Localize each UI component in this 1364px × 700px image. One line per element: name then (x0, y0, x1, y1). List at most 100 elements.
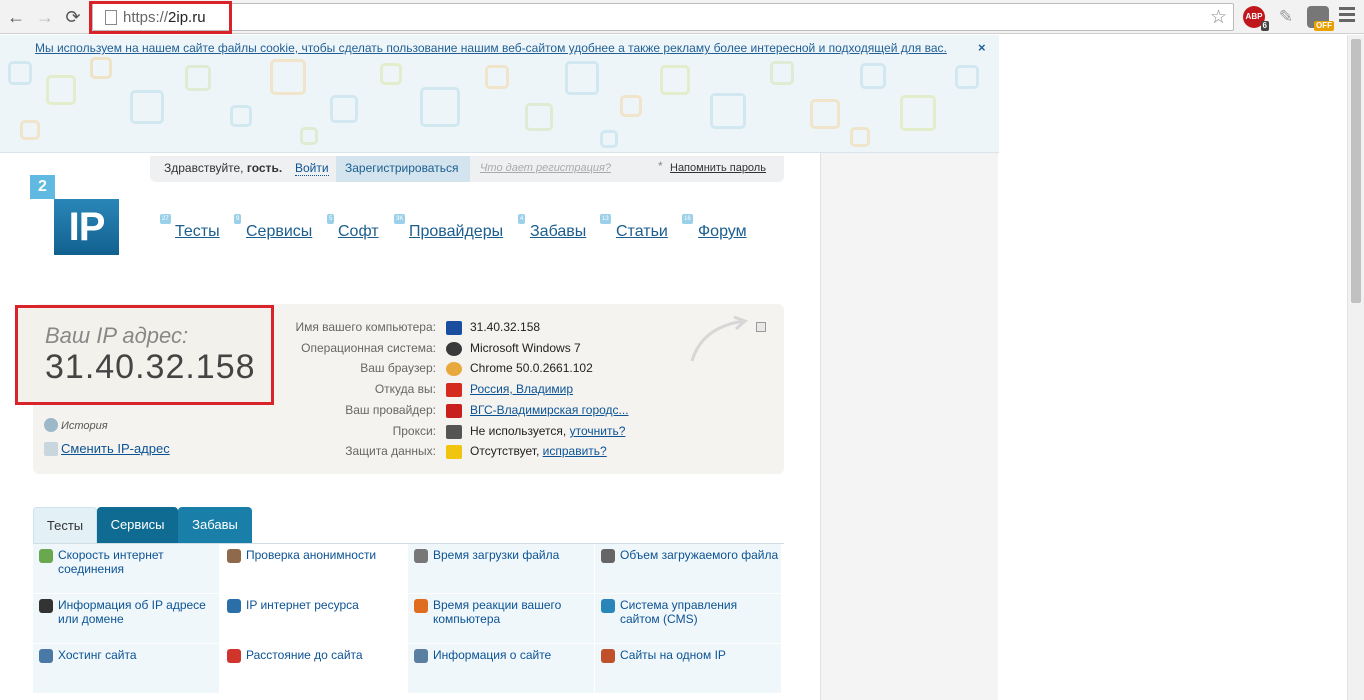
test-item-label: Информация о сайте (433, 648, 552, 662)
extension-icon[interactable]: ✎ (1275, 6, 1297, 28)
provider-icon (446, 404, 462, 418)
nav-badge-games: 4 (518, 214, 526, 224)
right-sidebar (820, 153, 998, 700)
bookmark-star-icon[interactable]: ☆ (1210, 6, 1227, 29)
user-extension-icon[interactable]: OFF (1307, 6, 1334, 31)
extension-badge: OFF (1314, 21, 1334, 31)
file-size-icon (601, 549, 615, 563)
test-item-label: Расстояние до сайта (246, 648, 363, 662)
info-row-label: Имя вашего компьютера: (295, 320, 436, 334)
map-pin-icon (227, 649, 241, 663)
info-row-link[interactable]: исправить? (543, 444, 607, 458)
test-item-label: Время реакции вашего компьютера (433, 598, 562, 626)
register-link[interactable]: Зарегистрироваться (345, 161, 458, 175)
address-bar[interactable]: https://2ip.ru ☆ (92, 3, 1234, 31)
info-row-value: Chrome 50.0.2661.102 (470, 361, 593, 375)
tab-tests[interactable]: Тесты (33, 507, 97, 543)
test-item[interactable]: Проверка анонимности (221, 544, 407, 593)
anonymity-icon (227, 549, 241, 563)
info-row-value: 31.40.32.158 (470, 320, 540, 334)
test-item[interactable]: Информация о сайте (408, 644, 594, 693)
logo-ip-text: IP (54, 199, 119, 255)
history-link[interactable]: История (44, 418, 108, 432)
info-row-value: Россия, Владимир (470, 382, 573, 396)
test-item[interactable]: Объем загружаемого файла (595, 544, 781, 593)
windows-icon (446, 342, 462, 356)
login-bar: Здравствуйте, гость. Войти Зарегистриров… (150, 156, 784, 182)
test-item[interactable]: Скорость интернет соединения (33, 544, 219, 593)
test-item-label: Скорость интернет соединения (58, 548, 164, 576)
test-item-label: Сайты на одном IP (620, 648, 726, 662)
nav-badge-providers: 3K (394, 214, 406, 224)
reload-icon[interactable]: ⟳ (62, 6, 84, 28)
url-highlight-box (89, 1, 232, 34)
info-row-link[interactable]: уточнить? (570, 424, 626, 438)
test-item-label: Информация об IP адресе или домене (58, 598, 206, 626)
page-scrollbar[interactable] (1347, 35, 1364, 700)
test-item[interactable]: Сайты на одном IP (595, 644, 781, 693)
sites-icon (601, 649, 615, 663)
test-item-label: Система управления сайтом (CMS) (620, 598, 738, 626)
computer-icon (446, 321, 462, 335)
nav-badge-services: 9 (234, 214, 242, 224)
nav-item-tests[interactable]: Тесты (175, 223, 220, 241)
test-item[interactable]: Хостинг сайта (33, 644, 219, 693)
details-toggle-icon[interactable] (756, 322, 766, 332)
ip-label: Ваш IP адрес: (45, 323, 189, 348)
info-row-value: Отсутствует, исправить? (470, 444, 607, 458)
nav-item-articles[interactable]: Статьи (616, 223, 668, 241)
speed-icon (39, 549, 53, 563)
history-label: История (61, 420, 108, 432)
why-register-link[interactable]: Что дает регистрация? (480, 162, 611, 174)
glasses-icon (446, 425, 462, 439)
nav-badge-articles: 13 (600, 214, 611, 224)
cookie-close-icon[interactable]: × (978, 40, 986, 55)
abp-label: ABP (1245, 12, 1263, 21)
test-item-label: Проверка анонимности (246, 548, 377, 562)
test-item[interactable]: Информация об IP адресе или домене (33, 594, 219, 643)
info-row-label: Прокси: (392, 424, 436, 438)
nav-item-forum[interactable]: Форум (698, 223, 747, 241)
nav-item-software[interactable]: Софт (338, 223, 379, 241)
tab-services[interactable]: Сервисы (97, 507, 178, 543)
change-ip-link[interactable]: Сменить IP-адрес (44, 441, 170, 456)
info-row-link[interactable]: ВГС-Владимирская городс... (470, 403, 629, 417)
tab-games[interactable]: Забавы (178, 507, 252, 543)
change-ip-icon (44, 442, 58, 456)
info-row-value: Microsoft Windows 7 (470, 341, 581, 355)
history-icon (44, 418, 58, 432)
nav-item-services[interactable]: Сервисы (246, 223, 312, 241)
login-link[interactable]: Войти (295, 161, 329, 176)
flag-russia-icon (446, 383, 462, 397)
remind-password-link[interactable]: Напомнить пароль (670, 162, 766, 174)
info-row-text: Chrome 50.0.2661.102 (470, 361, 593, 375)
cookie-banner: Мы используем на нашем сайте файлы cooki… (0, 35, 999, 153)
browser-toolbar: ← → ⟳ https://2ip.ru ☆ ABP 6 ✎ OFF (0, 0, 1364, 34)
info-row-link[interactable]: Россия, Владимир (470, 382, 573, 396)
browser-menu-icon[interactable] (1339, 7, 1355, 25)
info-row-text: Microsoft Windows 7 (470, 341, 581, 355)
reaction-icon (414, 599, 428, 613)
info-row-text: 31.40.32.158 (470, 320, 541, 334)
scroll-thumb[interactable] (1351, 39, 1361, 303)
info-row-label: Ваш провайдер: (345, 403, 436, 417)
test-item[interactable]: Время загрузки файла (408, 544, 594, 593)
test-item[interactable]: Расстояние до сайта (221, 644, 407, 693)
test-item[interactable]: Время реакции вашего компьютера (408, 594, 594, 643)
nav-item-providers[interactable]: Провайдеры (409, 223, 503, 241)
test-item[interactable]: Система управления сайтом (CMS) (595, 594, 781, 643)
adblock-extension-icon[interactable]: ABP 6 (1243, 6, 1269, 31)
arrow-decoration-icon (690, 315, 748, 362)
asterisk: * (658, 159, 663, 173)
logo-small-number: 2 (30, 175, 55, 199)
forward-arrow-icon[interactable]: → (34, 6, 56, 28)
warning-icon (446, 445, 462, 459)
ip-info-icon (39, 599, 53, 613)
nav-item-games[interactable]: Забавы (530, 223, 586, 241)
info-row-value: ВГС-Владимирская городс... (470, 403, 629, 417)
ip-resource-icon (227, 599, 241, 613)
clock-icon (414, 549, 428, 563)
test-item[interactable]: IP интернет ресурса (221, 594, 407, 643)
back-arrow-icon[interactable]: ← (5, 6, 27, 28)
nav-badge-tests: 27 (160, 214, 171, 224)
